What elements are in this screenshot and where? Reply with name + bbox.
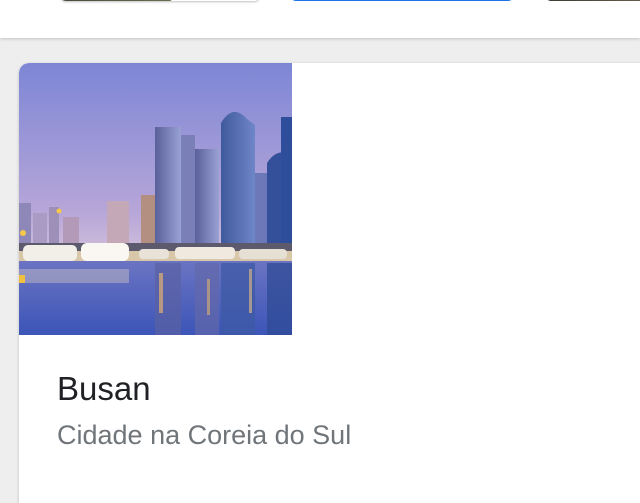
knowledge-card[interactable]: Busan Cidade na Coreia do Sul xyxy=(19,63,640,503)
place-title: Busan xyxy=(57,370,151,407)
busan-skyline-image xyxy=(19,63,292,335)
carousel-thumbnail-right[interactable] xyxy=(545,0,640,1)
carousel-thumbnail-left[interactable] xyxy=(60,0,260,1)
place-subtitle: Cidade na Coreia do Sul xyxy=(57,420,352,450)
city-photo[interactable] xyxy=(19,63,292,335)
top-carousel-strip xyxy=(0,0,640,38)
carousel-thumbnail-selected[interactable] xyxy=(290,0,514,1)
